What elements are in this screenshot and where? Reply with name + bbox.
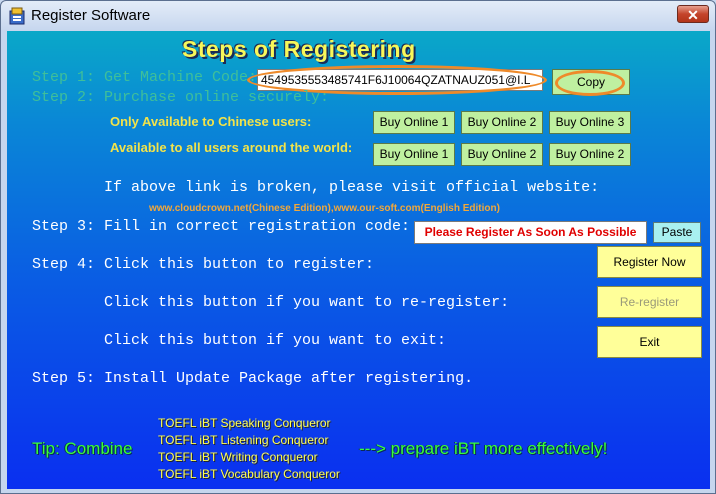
exit-text: Click this button if you want to exit: — [104, 332, 447, 349]
official-websites-link[interactable]: www.cloudcrown.net(Chinese Edition),www.… — [149, 203, 500, 214]
buy-online-world-1-button[interactable]: Buy Online 1 — [373, 143, 455, 166]
product-writing: TOEFL iBT Writing Conqueror — [158, 450, 318, 464]
step3-label: Step 3: Fill in correct registration cod… — [32, 218, 411, 235]
broken-link-text: If above link is broken, please visit of… — [104, 179, 600, 196]
close-icon: ✕ — [687, 7, 699, 23]
step5-label: Step 5: Install Update Package after reg… — [32, 370, 474, 387]
buy-online-world-2-button[interactable]: Buy Online 2 — [461, 143, 543, 166]
reregister-text: Click this button if you want to re-regi… — [104, 294, 510, 311]
product-listening: TOEFL iBT Listening Conqueror — [158, 433, 329, 447]
world-users-label: Available to all users around the world: — [110, 140, 353, 155]
step1-label: Step 1: Get Machine Code: — [32, 69, 258, 86]
register-window: Register Software ✕ Steps of Registering… — [0, 0, 716, 494]
exit-button[interactable]: Exit — [597, 326, 702, 358]
step2-label: Step 2: Purchase online securely: — [32, 89, 330, 106]
reregister-button[interactable]: Re-register — [597, 286, 702, 318]
paste-button[interactable]: Paste — [653, 222, 701, 243]
register-now-button[interactable]: Register Now — [597, 246, 702, 278]
buy-online-cn-2-button[interactable]: Buy Online 2 — [461, 111, 543, 134]
machine-code-field[interactable]: 4549535553485741F6J10064QZATNAUZ051@I.L — [257, 69, 543, 91]
client-area: Steps of Registering Step 1: Get Machine… — [7, 31, 710, 489]
product-vocabulary: TOEFL iBT Vocabulary Conqueror — [158, 467, 340, 481]
close-button[interactable]: ✕ — [677, 5, 709, 23]
buy-online-world-3-button[interactable]: Buy Online 2 — [549, 143, 631, 166]
chinese-users-label: Only Available to Chinese users: — [110, 114, 312, 129]
buy-online-cn-1-button[interactable]: Buy Online 1 — [373, 111, 455, 134]
registration-code-input[interactable]: Please Register As Soon As Possible — [414, 221, 647, 244]
app-icon — [9, 7, 25, 25]
step4-label: Step 4: Click this button to register: — [32, 256, 375, 273]
tip-suffix: ---> prepare iBT more effectively! — [359, 439, 608, 458]
buy-online-cn-3-button[interactable]: Buy Online 3 — [549, 111, 631, 134]
product-speaking: TOEFL iBT Speaking Conqueror — [158, 416, 331, 430]
copy-button[interactable]: Copy — [552, 69, 630, 95]
window-title: Register Software — [31, 7, 151, 24]
title-bar[interactable]: Register Software ✕ — [1, 1, 715, 31]
tip-prefix: Tip: Combine — [32, 439, 133, 458]
page-title: Steps of Registering — [182, 36, 416, 62]
